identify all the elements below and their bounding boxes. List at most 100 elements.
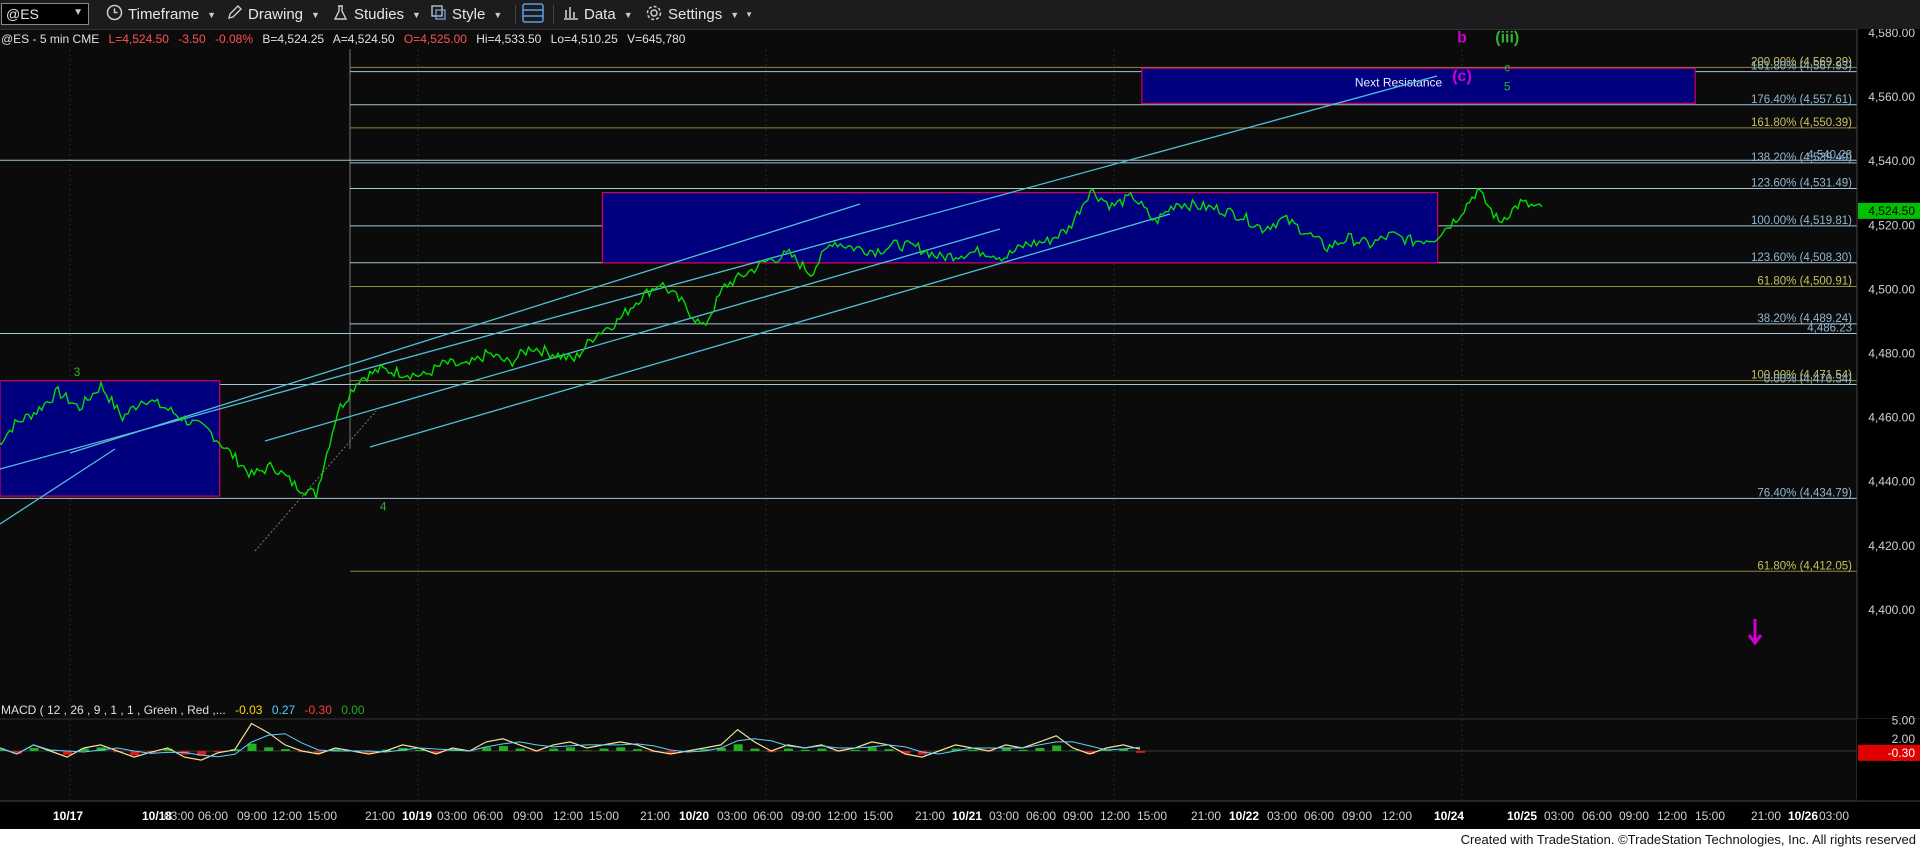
chart-area[interactable]: 200.00% (4,569.29) 161.80% (4,567.93) 176.… [0,29,1920,847]
studies-label: Studies [354,6,405,23]
macd-hist-bar [566,747,575,751]
macd-hist-bar [1068,750,1078,751]
x-tick-label: 10/20 [679,809,709,823]
x-tick-label: 15:00 [1695,809,1725,823]
macd-hist-bar [549,748,559,751]
drawing-menu[interactable]: Drawing ▼ [226,4,320,25]
fib-label: 61.80% (4,412.05) [1757,560,1852,572]
y-tick-label: 4,580.00 [1868,29,1915,40]
symbol-selector[interactable]: @ES ▼ [1,3,89,25]
low-price: Lo=4,510.25 [551,32,618,46]
y-tick-label: 4,400.00 [1868,603,1915,617]
data-menu[interactable]: Data ▼ [562,4,633,25]
x-tick-label: 15:00 [1137,809,1167,823]
macd-hist-bar [884,749,894,751]
layout-icon [522,2,544,27]
macd-hist-bar [1136,751,1145,753]
y-tick-label: 4,500.00 [1868,282,1915,296]
x-tick-label: 03:00 [164,809,194,823]
x-tick-label: 09:00 [1063,809,1093,823]
wave-label: (iii) [1495,30,1519,47]
x-tick-label: 03:00 [1819,809,1849,823]
macd-tick-label: 5.00 [1892,714,1916,728]
x-tick-label: 03:00 [989,809,1019,823]
x-tick-label: 09:00 [513,809,543,823]
wave-label: c [1504,60,1510,74]
y-tick-label: 4,440.00 [1868,475,1915,489]
x-tick-label: 09:00 [237,809,267,823]
x-tick-label: 10/24 [1434,809,1464,823]
macd-hist-bar [1001,748,1011,751]
x-tick-label: 03:00 [1544,809,1574,823]
toolbar-divider [515,5,516,24]
macd-hist-bar [247,743,257,751]
toolbar: @ES ▼ Timeframe ▼ Drawing ▼ Studies ▼ St… [0,0,1920,30]
x-tick-label: 06:00 [1304,809,1334,823]
symbol-label: @ES [6,6,39,22]
data-label: Data [584,6,616,23]
x-tick-label: 10/22 [1229,809,1259,823]
settings-menu[interactable]: Settings ▼ ▼ [645,4,753,25]
x-tick-label: 12:00 [272,809,302,823]
style-icon [430,4,447,25]
clock-icon [106,4,123,25]
y-tick-label: 4,460.00 [1868,411,1915,425]
x-tick-label: 21:00 [1751,809,1781,823]
price-axis[interactable]: 4,580.00 4,560.00 4,540.00 4,520.00 4,500.00… [1856,29,1920,799]
macd-hist-bar [783,748,793,751]
timeframe-menu[interactable]: Timeframe ▼ [106,4,216,25]
fib-label: 161.80% (4,567.93) [1751,61,1852,73]
percent-change: -0.08% [215,32,253,46]
macd-hist-bar [1018,749,1028,751]
x-tick-label: 09:00 [791,809,821,823]
quote-header: @ES - 5 min CME L=4,524.50 -3.50 -0.08% … [1,32,686,46]
x-tick-label: 12:00 [553,809,583,823]
symbol-description: @ES - 5 min CME [1,32,99,46]
x-tick-label: 12:00 [827,809,857,823]
macd-hist-bar [498,746,508,751]
fib-label: 61.80% (4,500.91) [1757,275,1852,287]
macd-hist-bar [515,748,525,751]
chart-svg[interactable]: 200.00% (4,569.29)161.80% (4,567.93)176.… [0,29,1920,829]
macd-line [0,722,1141,761]
macd-hist-bar [968,749,978,751]
pencil-icon [226,4,243,25]
x-tick-label: 15:00 [307,809,337,823]
time-axis[interactable]: 10/17 10/1803:00 06:00 09:00 12:00 15:00 21:00… [0,800,1920,829]
bar-chart-icon [562,4,579,25]
timeframe-label: Timeframe [128,6,200,23]
fib-label: 176.40% (4,557.61) [1751,94,1852,106]
high-price: Hi=4,533.50 [476,32,541,46]
flask-icon [332,4,349,25]
y-tick-label: 4,480.00 [1868,347,1915,361]
caret-down-icon: ▼ [311,9,320,20]
macd-hist-bar [733,744,743,751]
zone-box [601,192,1439,264]
net-change: -3.50 [178,32,206,46]
x-tick-label: 09:00 [1619,809,1649,823]
x-tick-label: 21:00 [1191,809,1221,823]
last-price: L=4,524.50 [109,32,170,46]
fib-label: 123.60% (4,508.30) [1751,252,1852,264]
macd-last-label: -0.30 [1888,746,1916,760]
toolbar-divider [553,5,554,24]
macd-signal-line [0,733,1141,758]
macd-hist-bar [817,748,827,751]
gear-icon [645,4,663,26]
wave-connector [254,410,377,552]
caret-down-icon: ▼ [207,9,217,20]
caret-down-icon: ▼ [412,9,421,20]
macd-hist-bar [616,747,626,751]
x-tick-label: 12:00 [1657,809,1687,823]
chevron-down-icon: ▼ [73,7,83,18]
macd-hist-bar [867,747,877,751]
layout-button[interactable] [522,2,544,27]
overflow-caret-icon: ▼ [745,10,754,19]
y-tick-label: 4,420.00 [1868,539,1915,553]
x-tick-label: 10/21 [952,809,982,823]
drawing-label: Drawing [248,6,304,23]
settings-label: Settings [668,6,723,23]
style-menu[interactable]: Style ▼ [430,4,502,25]
fib-label: 0.00% (4,470.34) [1764,373,1852,385]
studies-menu[interactable]: Studies ▼ [332,4,421,25]
